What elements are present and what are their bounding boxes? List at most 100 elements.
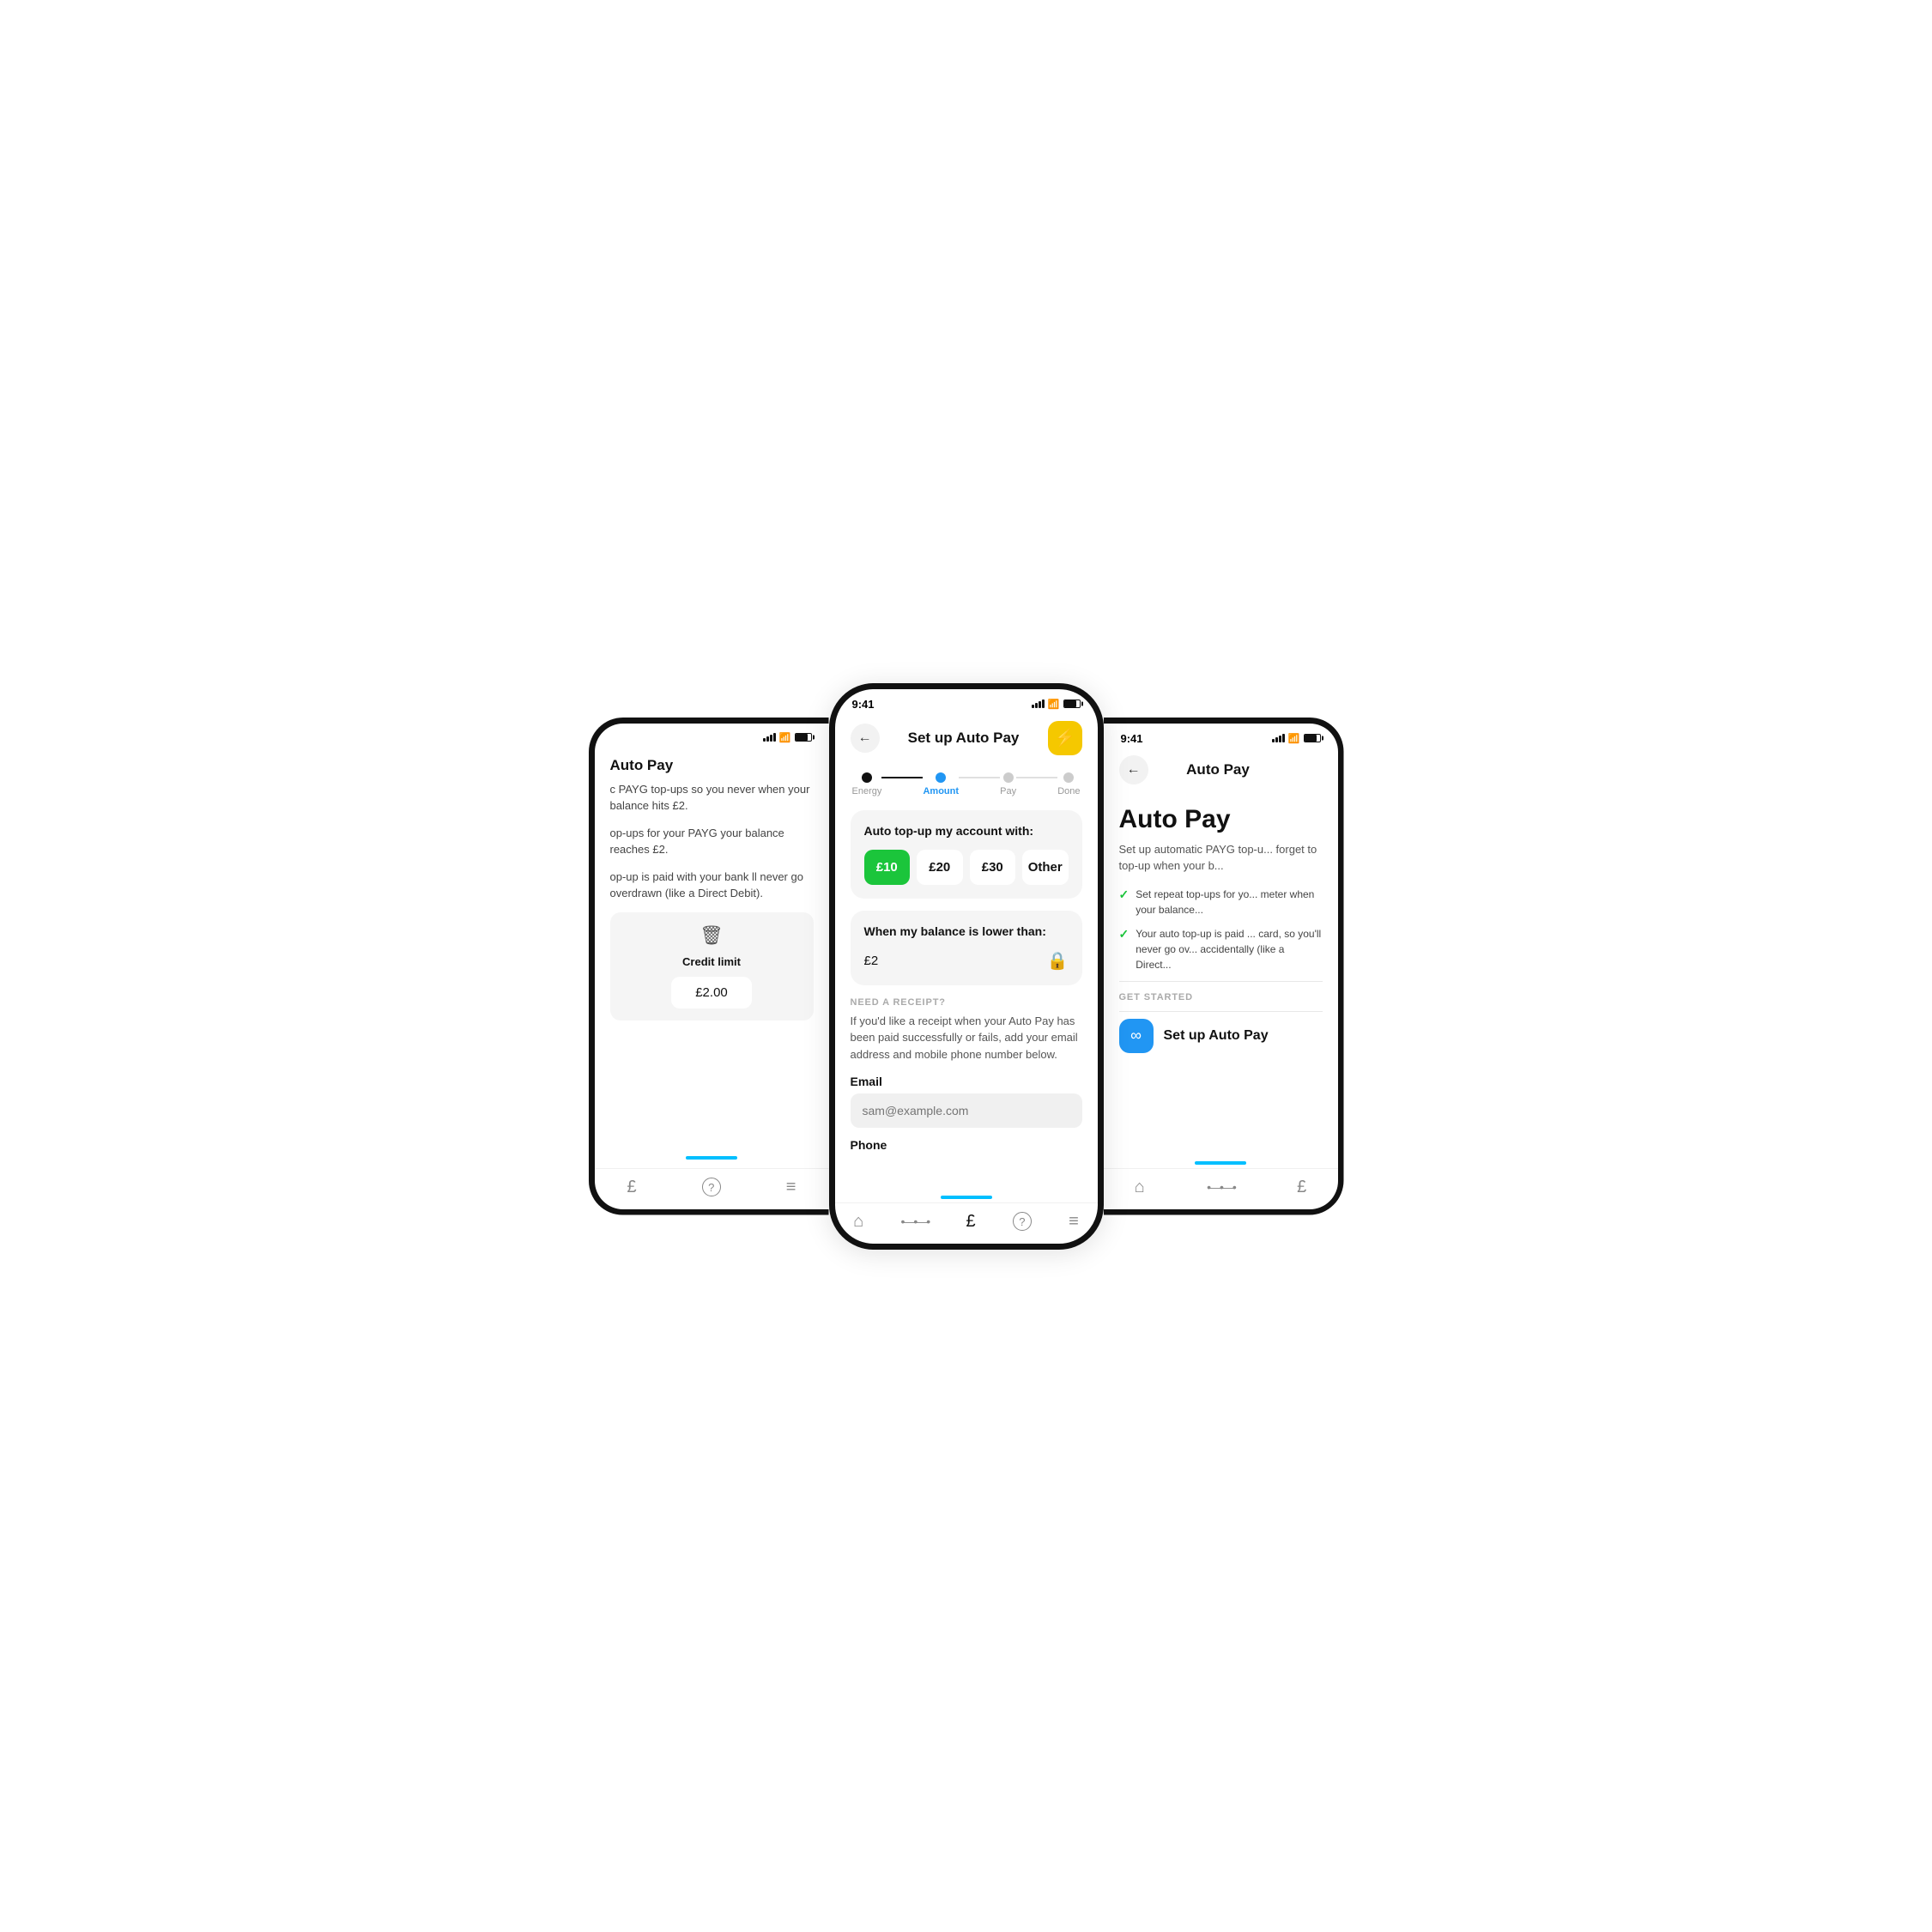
credit-limit-value: £2.00: [671, 977, 752, 1008]
setup-btn-icon: ∞: [1119, 1019, 1154, 1053]
left-desc-2: op-ups for your PAYG your balance reache…: [610, 825, 814, 858]
amount-btn-30[interactable]: £30: [970, 850, 1016, 885]
wifi-icon-right: 📶: [1288, 733, 1300, 744]
infinity-icon: ∞: [1130, 1027, 1142, 1045]
phone-label: Phone: [851, 1138, 1082, 1152]
credit-limit-label: Credit limit: [682, 955, 741, 968]
back-arrow-right: ←: [1127, 762, 1141, 778]
nav-menu-left[interactable]: ≡: [786, 1178, 796, 1197]
setup-auto-pay-button[interactable]: ∞ Set up Auto Pay: [1119, 1019, 1323, 1053]
step-label-amount: Amount: [923, 786, 959, 796]
amount-btn-other[interactable]: Other: [1022, 850, 1069, 885]
amount-btn-10[interactable]: £10: [864, 850, 911, 885]
nav-money-center[interactable]: £: [966, 1212, 975, 1232]
battery-icon-center: [1063, 700, 1081, 708]
check-mark-1: ✓: [1119, 887, 1130, 902]
divider-right-2: [1119, 1011, 1323, 1012]
receipt-text: If you'd like a receipt when your Auto P…: [851, 1013, 1082, 1063]
back-button-center[interactable]: ←: [851, 724, 880, 753]
lightning-icon: ⚡: [1054, 727, 1075, 748]
check-item-1: ✓ Set repeat top-ups for yo... meter whe…: [1119, 887, 1323, 918]
step-label-energy: Energy: [852, 786, 882, 796]
center-nav-title: Set up Auto Pay: [908, 730, 1020, 747]
battery-icon-left: [795, 733, 812, 742]
amount-card: Auto top-up my account with: £10 £20 £30…: [851, 810, 1082, 899]
balance-card: When my balance is lower than: £2 🔒: [851, 911, 1082, 985]
nav-money-left[interactable]: £: [627, 1178, 637, 1197]
get-started-label: GET STARTED: [1119, 992, 1323, 1002]
check-text-1: Set repeat top-ups for yo... meter when …: [1136, 887, 1322, 918]
trash-icon: 🗑: [700, 924, 724, 947]
signal-bars-right: [1272, 734, 1285, 742]
setup-btn-label: Set up Auto Pay: [1164, 1028, 1269, 1044]
bottom-bar-right: [1195, 1161, 1246, 1165]
left-desc-1: c PAYG top-ups so you never when your ba…: [610, 781, 814, 815]
nav-menu-center[interactable]: ≡: [1069, 1212, 1079, 1232]
nav-help-left[interactable]: ?: [702, 1178, 721, 1196]
left-page-title: Auto Pay: [610, 757, 814, 774]
status-bar-left: 📶: [595, 724, 829, 747]
bottom-nav-right: ⌂ •—•—• £: [1104, 1168, 1338, 1209]
left-desc-3: op-up is paid with your bank ll never go…: [610, 869, 814, 902]
email-input[interactable]: [851, 1093, 1082, 1128]
divider-right: [1119, 981, 1323, 982]
nav-nodes-center[interactable]: •—•—•: [900, 1214, 929, 1228]
step-dot-amount: [936, 772, 946, 783]
phone-left: 📶 Auto Pay c PAYG top-ups so you never w…: [589, 718, 829, 1215]
bottom-nav-left: £ ? ≡: [595, 1168, 829, 1209]
right-description: Set up automatic PAYG top-u... forget to…: [1119, 841, 1323, 875]
wifi-icon-center: 📶: [1048, 699, 1060, 710]
amount-card-title: Auto top-up my account with:: [864, 824, 1069, 838]
status-icons-right: 📶: [1272, 733, 1321, 744]
status-time-center: 9:41: [852, 698, 875, 711]
step-dot-pay: [1003, 772, 1014, 783]
nav-header-right: ← Auto Pay: [1104, 748, 1338, 791]
balance-value: £2: [864, 954, 879, 968]
progress-steps: Energy Amount Pay Done: [835, 762, 1098, 800]
nav-money-right[interactable]: £: [1297, 1178, 1306, 1197]
phone-center: 9:41 📶 ← Set up Auto Pay: [829, 683, 1104, 1250]
balance-card-title: When my balance is lower than:: [864, 924, 1069, 938]
signal-bars-center: [1032, 700, 1045, 708]
battery-icon-right: [1304, 734, 1321, 742]
signal-bars-left: [763, 733, 776, 742]
amount-btn-20[interactable]: £20: [917, 850, 963, 885]
center-content: Auto top-up my account with: £10 £20 £30…: [835, 800, 1098, 1190]
status-bar-center: 9:41 📶: [835, 689, 1098, 714]
balance-row: £2 🔒: [864, 950, 1069, 972]
status-bar-right: 9:41 📶: [1104, 724, 1338, 748]
step-energy: Energy: [852, 772, 882, 796]
nav-home-right[interactable]: ⌂: [1135, 1178, 1145, 1197]
left-content: Auto Pay c PAYG top-ups so you never whe…: [595, 747, 829, 1031]
step-label-done: Done: [1057, 786, 1080, 796]
step-done: Done: [1057, 772, 1080, 796]
status-icons-left: 📶: [763, 732, 812, 743]
email-label: Email: [851, 1075, 1082, 1088]
step-line-2: [959, 777, 1000, 778]
check-text-2: Your auto top-up is paid ... card, so yo…: [1136, 926, 1322, 972]
step-dot-done: [1063, 772, 1074, 783]
status-time-right: 9:41: [1121, 732, 1143, 745]
lightning-button[interactable]: ⚡: [1048, 721, 1082, 755]
scene: 📶 Auto Pay c PAYG top-ups so you never w…: [537, 683, 1396, 1250]
step-line-1: [881, 777, 923, 778]
back-button-right[interactable]: ←: [1119, 755, 1148, 784]
right-big-title: Auto Pay: [1119, 805, 1323, 834]
step-amount: Amount: [923, 772, 959, 796]
phone-right: 9:41 📶 ← Auto Pay: [1104, 718, 1344, 1215]
bottom-nav-center: ⌂ •—•—• £ ? ≡: [835, 1202, 1098, 1244]
right-content: Auto Pay Set up automatic PAYG top-u... …: [1104, 791, 1338, 1067]
lock-icon: 🔒: [1047, 950, 1069, 972]
receipt-label: NEED A RECEIPT?: [851, 997, 1082, 1008]
step-dot-energy: [862, 772, 872, 783]
back-arrow-center: ←: [858, 730, 872, 746]
bottom-bar-left: [686, 1156, 737, 1160]
nav-nodes-right[interactable]: •—•—•: [1207, 1180, 1235, 1194]
step-label-pay: Pay: [1000, 786, 1016, 796]
wifi-icon-left: 📶: [779, 732, 791, 743]
step-line-3: [1016, 777, 1057, 778]
nav-header-center: ← Set up Auto Pay ⚡: [835, 714, 1098, 762]
nav-home-center[interactable]: ⌂: [853, 1212, 863, 1232]
check-mark-2: ✓: [1119, 927, 1130, 942]
nav-help-center[interactable]: ?: [1013, 1212, 1032, 1231]
